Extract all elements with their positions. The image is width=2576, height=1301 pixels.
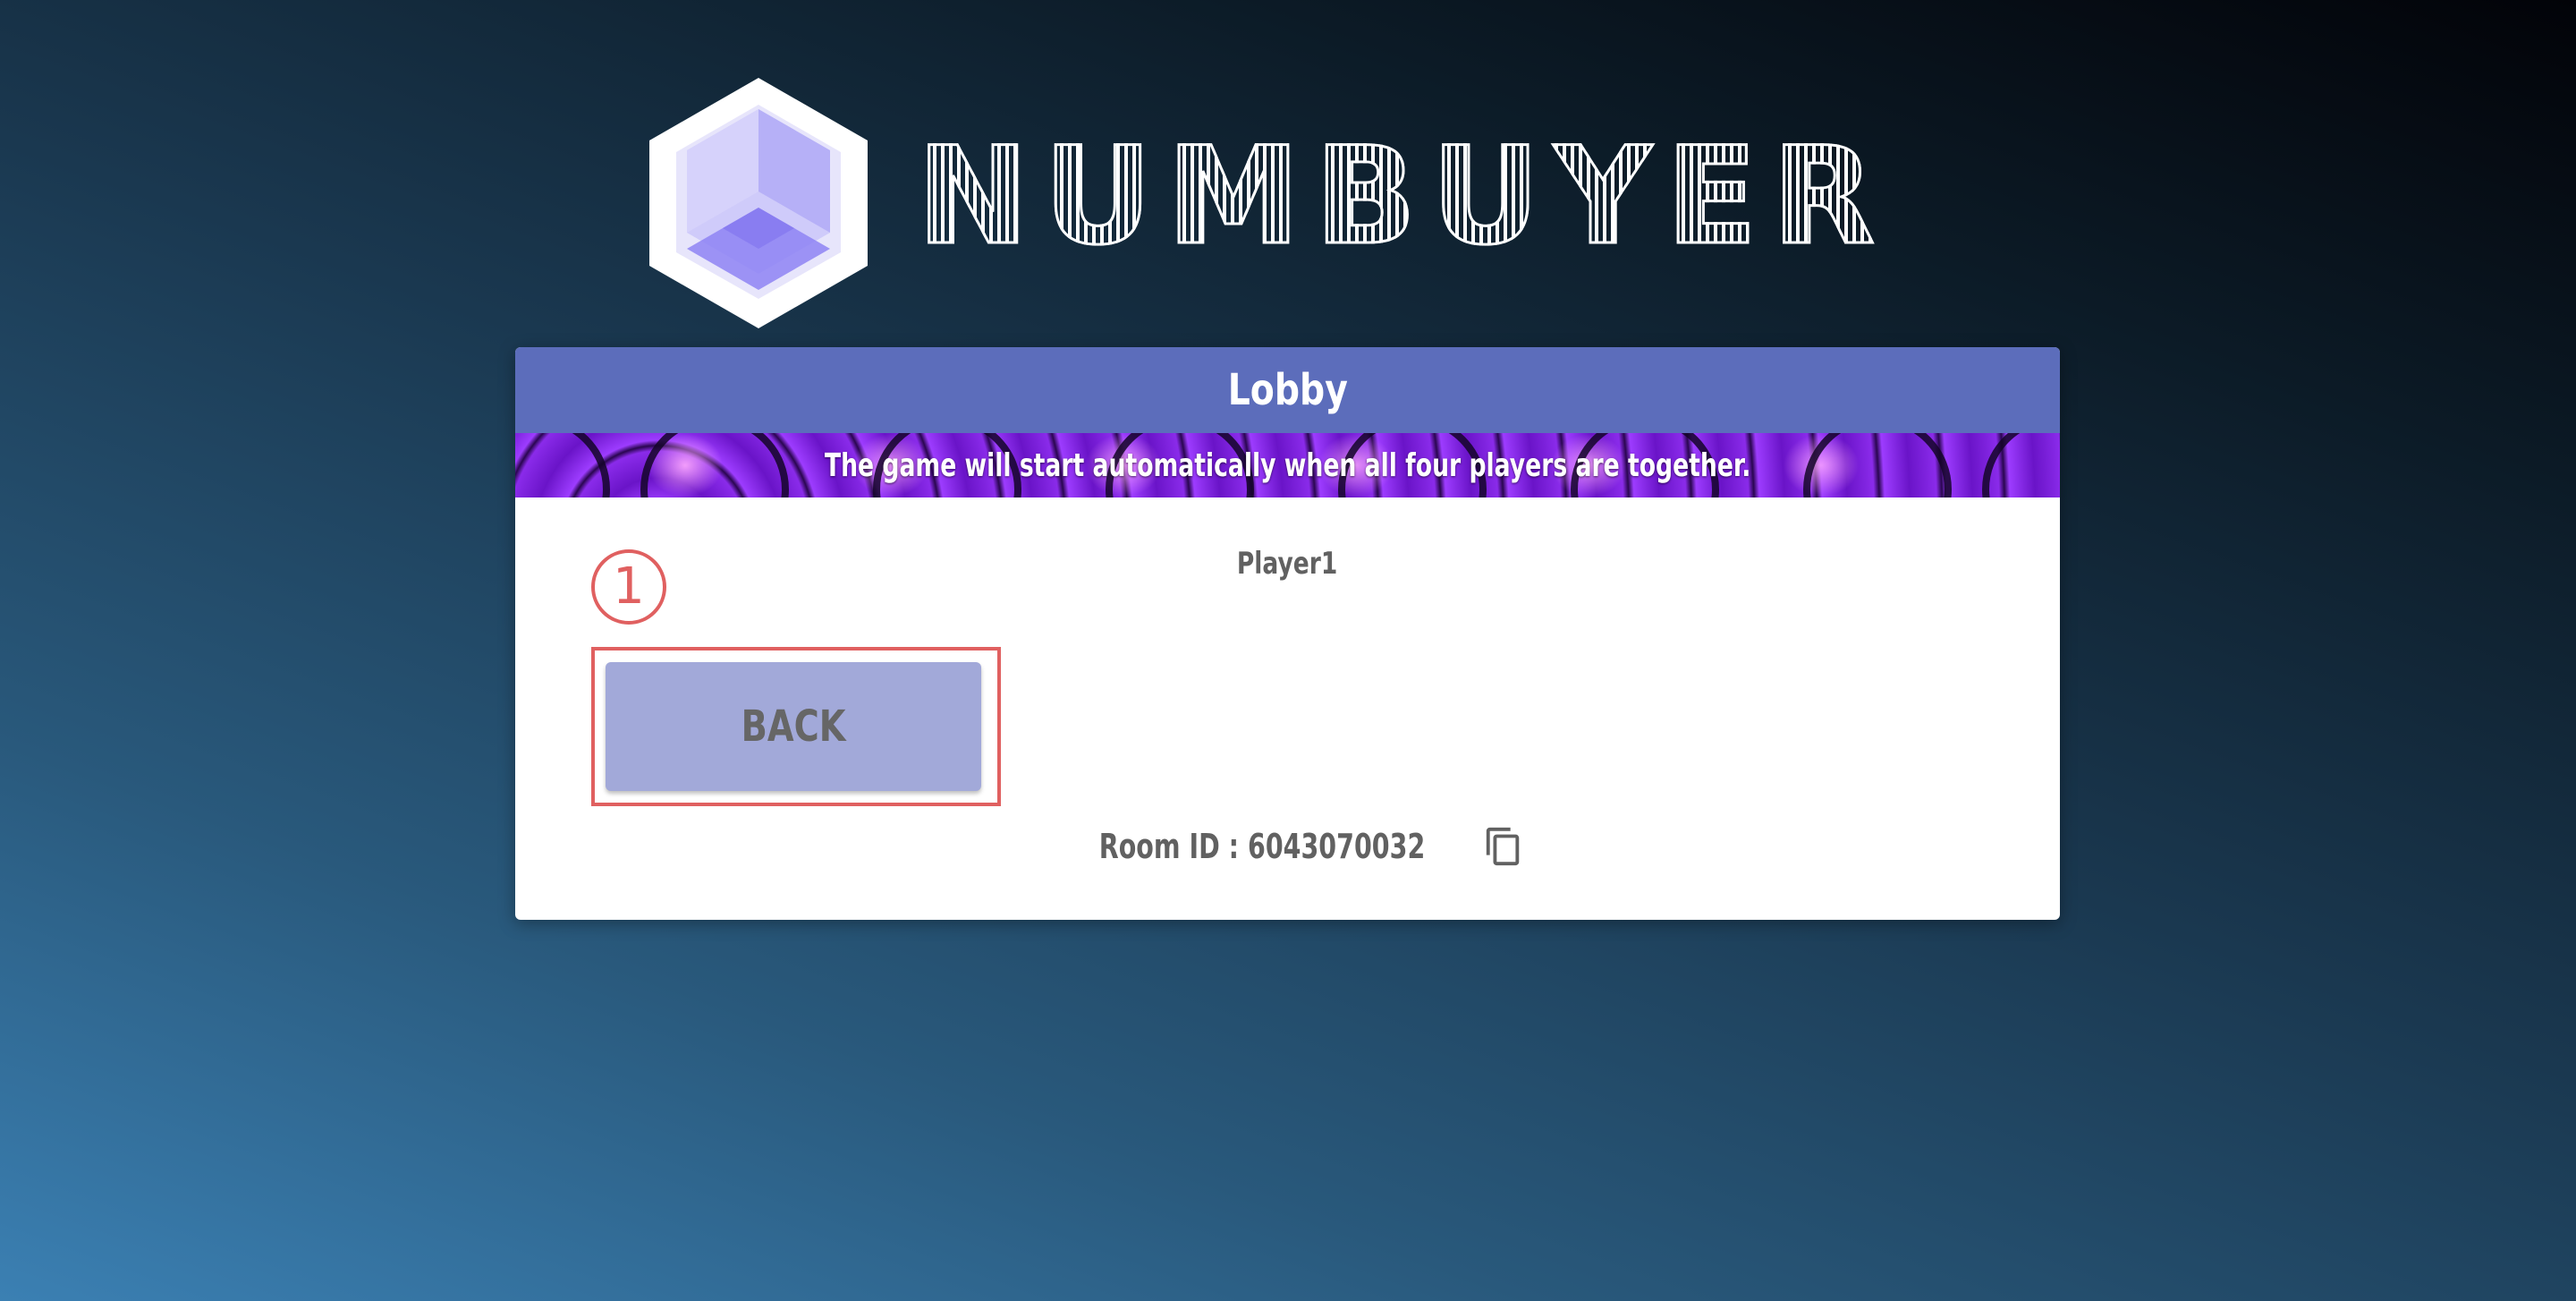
app-logo bbox=[642, 73, 875, 333]
lobby-card: Lobby The game will start automatically … bbox=[515, 347, 2060, 920]
hexagon-cube-logo-icon bbox=[649, 78, 868, 328]
lobby-header: Lobby bbox=[515, 347, 2060, 433]
annotation-marker-label: 1 bbox=[613, 557, 645, 616]
wordmark-letter: N bbox=[916, 119, 1031, 275]
wordmark-letter: B bbox=[1313, 119, 1418, 275]
app-wordmark: N U M B U Y E R bbox=[916, 119, 1877, 275]
wordmark-letter: M bbox=[1165, 119, 1301, 275]
wordmark-letter: U bbox=[1429, 119, 1541, 275]
player-name: Player1 bbox=[1237, 546, 1338, 582]
lobby-title: Lobby bbox=[1227, 365, 1348, 415]
annotation-highlight-box bbox=[591, 647, 1001, 806]
room-id-text: Room ID : 6043070032 bbox=[1099, 827, 1426, 866]
lobby-banner: The game will start automatically when a… bbox=[515, 433, 2060, 497]
wordmark-letter: U bbox=[1042, 119, 1154, 275]
wordmark-letter: E bbox=[1665, 119, 1758, 275]
copy-icon bbox=[1486, 827, 1519, 866]
wordmark-letter: Y bbox=[1553, 119, 1653, 275]
wordmark-letter: R bbox=[1770, 119, 1877, 275]
room-id-row: Room ID : 6043070032 bbox=[515, 820, 2060, 873]
banner-message: The game will start automatically when a… bbox=[824, 446, 1751, 484]
player-list-item: Player1 bbox=[515, 546, 2060, 582]
annotation-marker: 1 bbox=[591, 549, 666, 625]
copy-room-id-button[interactable] bbox=[1477, 820, 1530, 873]
